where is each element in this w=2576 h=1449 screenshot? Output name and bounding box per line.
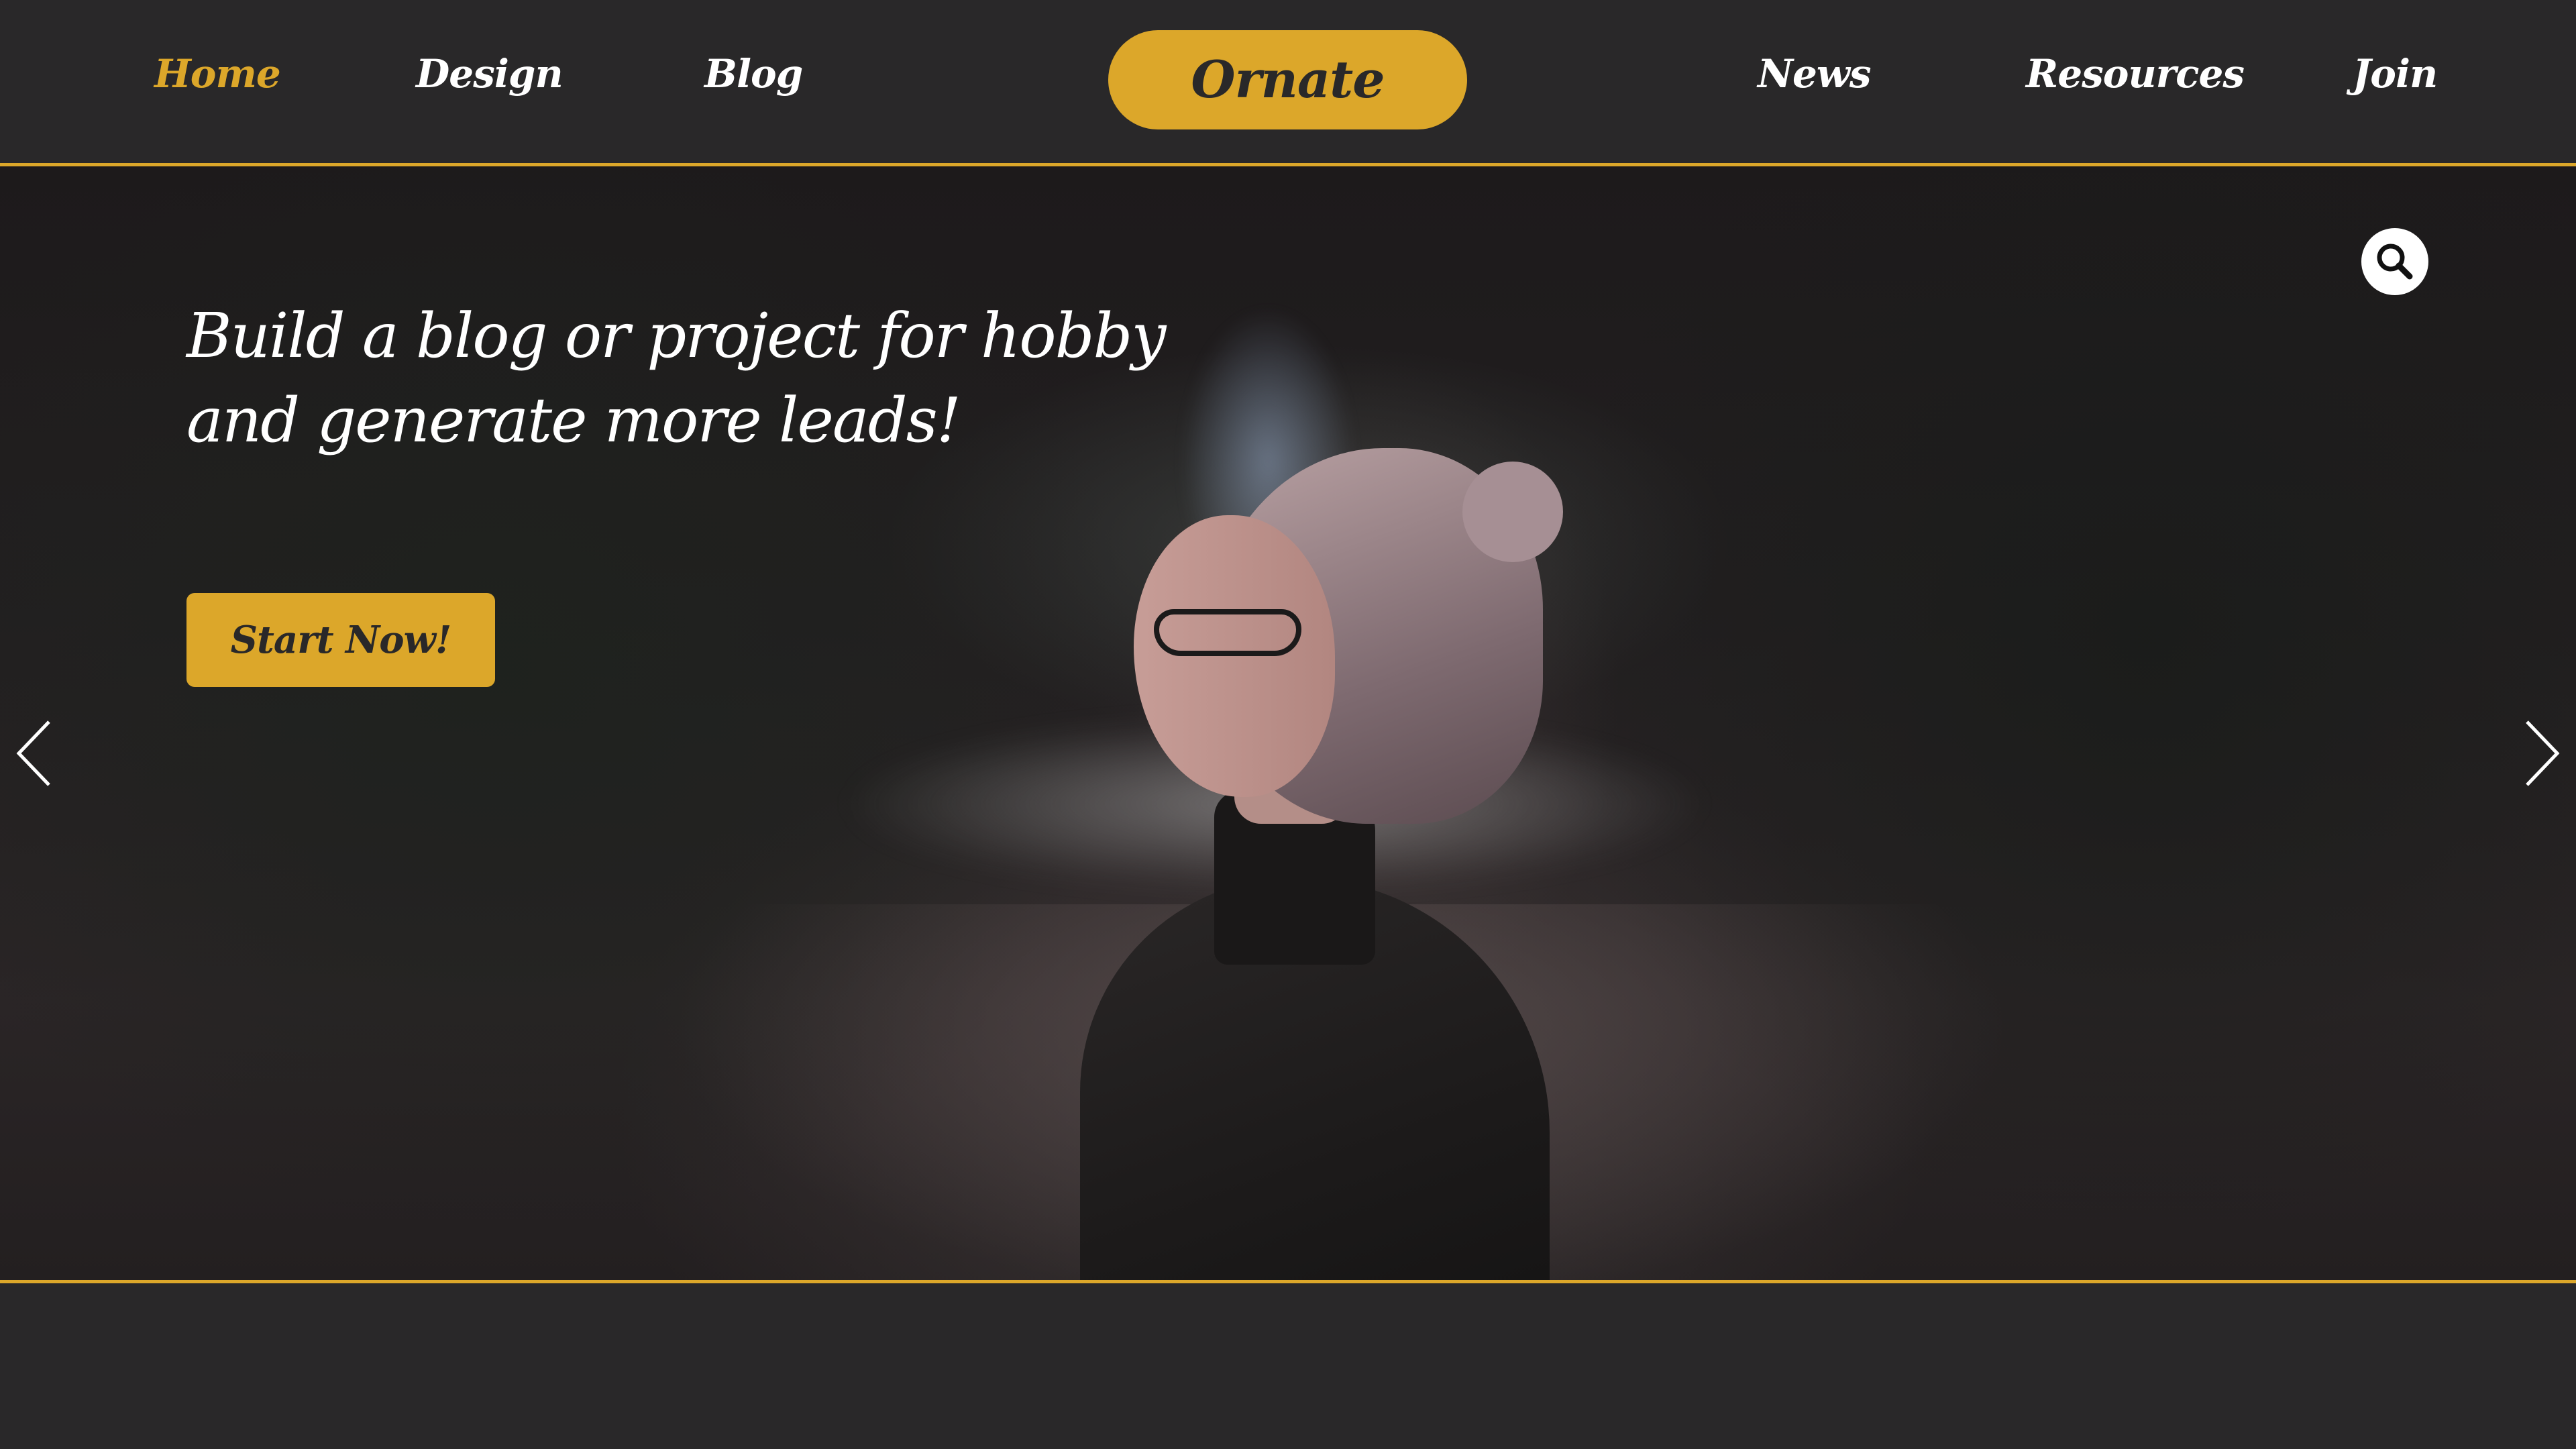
nav-item-join[interactable]: Join xyxy=(2348,47,2442,101)
hero-headline: Build a blog or project for hobby and ge… xyxy=(186,300,1166,456)
nav-item-design[interactable]: Design xyxy=(416,47,564,101)
site-logo[interactable]: Ornate xyxy=(1108,30,1467,129)
page: Home Design Blog Ornate News Resources J… xyxy=(0,0,2576,1449)
chevron-right-icon xyxy=(2526,720,2560,786)
nav-item-blog[interactable]: Blog xyxy=(704,47,803,101)
search-button[interactable] xyxy=(2361,228,2428,295)
next-slide-button[interactable] xyxy=(2517,716,2564,790)
site-header: Home Design Blog Ornate News Resources J… xyxy=(0,0,2576,164)
previous-slide-button[interactable] xyxy=(12,716,59,790)
chevron-left-icon xyxy=(16,720,50,786)
search-icon xyxy=(2377,244,2413,280)
nav-item-home[interactable]: Home xyxy=(154,47,281,101)
nav-item-resources[interactable]: Resources xyxy=(2026,47,2245,101)
nav-item-news[interactable]: News xyxy=(1758,47,1872,101)
start-now-button[interactable]: Start Now! xyxy=(186,593,495,687)
footer-area xyxy=(0,1283,2576,1449)
hero-slider: Build a blog or project for hobby and ge… xyxy=(0,166,2576,1280)
